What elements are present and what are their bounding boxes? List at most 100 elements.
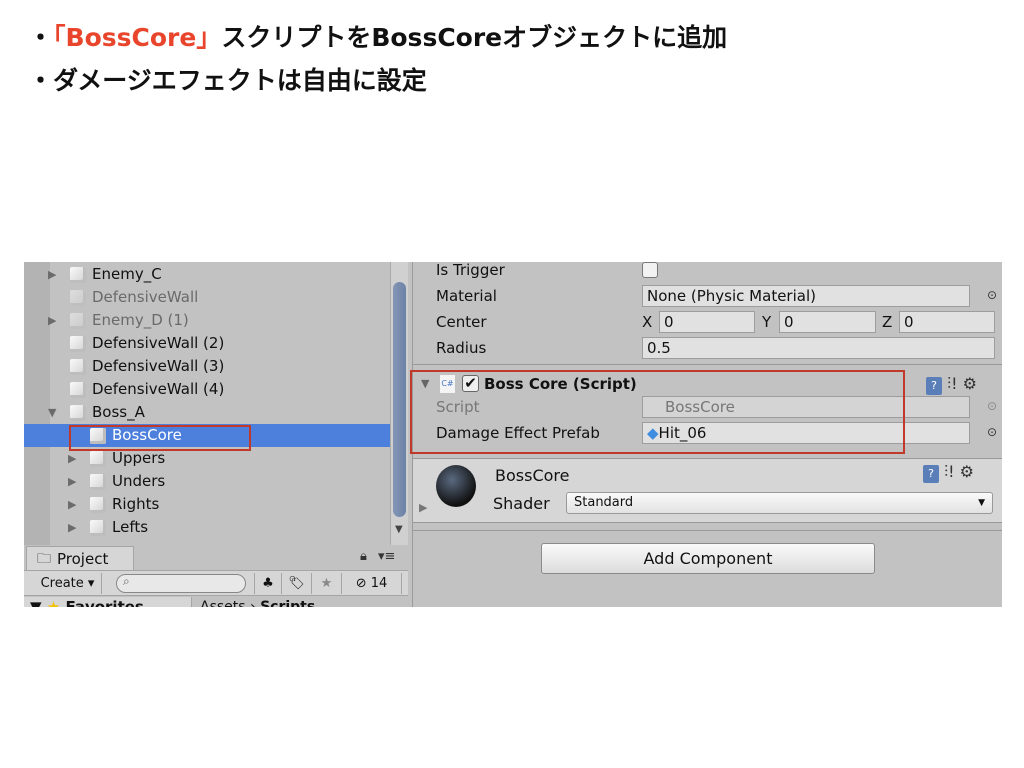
bullet-text: ダメージエフェクトは自由に設定 (53, 66, 427, 95)
gameobject-cube-icon (90, 497, 106, 513)
gameobject-cube-icon (70, 382, 86, 398)
shader-dropdown[interactable]: Standard ▼ (566, 492, 993, 514)
scroll-down-arrow-icon[interactable]: ▼ (395, 524, 403, 535)
divider (413, 364, 1002, 365)
breadcrumb-scripts[interactable]: Scripts (260, 599, 315, 607)
create-button[interactable]: Create ▾ (34, 573, 102, 594)
is-trigger-label: Is Trigger (436, 262, 505, 279)
divider (413, 530, 1002, 531)
hierarchy-item[interactable]: DefensiveWall (2) (24, 332, 390, 355)
collapsed-arrow-icon[interactable]: ▶ (48, 263, 56, 286)
center-z-field[interactable]: 0 (899, 311, 995, 333)
radius-label: Radius (436, 339, 487, 357)
annotation-box-inspector (410, 370, 905, 454)
preset-icon[interactable]: ⫶! (947, 374, 957, 393)
help-book-icon[interactable]: ? (926, 377, 942, 395)
gear-icon[interactable]: ⚙ (963, 374, 977, 393)
preset-icon[interactable]: ⫶! (944, 462, 954, 481)
hidden-count: 14 (370, 576, 388, 591)
gameobject-cube-icon (70, 267, 86, 283)
star-icon: ★ (46, 598, 61, 607)
expanded-arrow-icon[interactable]: ▼ (48, 401, 56, 424)
search-icon: ⌕ (123, 574, 130, 588)
project-tab[interactable]: 🗀 Project (26, 546, 134, 572)
lock-icon[interactable]: 🔒︎ (360, 549, 367, 564)
material-header-icons: ? ⫶! ⚙ (923, 462, 974, 483)
hierarchy-item-label: Boss_A (92, 403, 145, 421)
material-field[interactable]: None (Physic Material) (642, 285, 970, 307)
annotation-box-hierarchy (69, 425, 251, 451)
gameobject-cube-icon (90, 520, 106, 536)
is-trigger-checkbox[interactable] (642, 262, 658, 278)
favorites-header[interactable]: ▼ ★ Favorites (24, 597, 192, 607)
chevron-down-icon: ▼ (978, 498, 985, 508)
hierarchy-scrollbar[interactable]: ▼ (390, 262, 408, 545)
collapsed-arrow-icon[interactable]: ▶ (68, 470, 76, 493)
search-by-type-icon[interactable]: ♣ (254, 573, 282, 594)
add-component-button[interactable]: Add Component (541, 543, 875, 574)
hierarchy-item[interactable]: DefensiveWall (4) (24, 378, 390, 401)
project-breadcrumb: Assets › Scripts (200, 597, 315, 607)
center-y-label: Y (762, 313, 772, 331)
breadcrumb-assets[interactable]: Assets (200, 599, 246, 607)
radius-field[interactable]: 0.5 (642, 337, 995, 359)
center-x-field[interactable]: 0 (659, 311, 755, 333)
hierarchy-item-label: Lefts (112, 518, 149, 536)
help-book-icon[interactable]: ? (923, 465, 939, 483)
folder-icon: 🗀 (37, 551, 51, 567)
panel-menu-icon[interactable]: ▾≡ (378, 549, 395, 564)
bullet-marker: ・ (28, 23, 54, 52)
project-search-input[interactable]: ⌕ (116, 574, 246, 593)
hierarchy-item[interactable]: ▶ Enemy_D (1) (24, 309, 390, 332)
collapsed-arrow-icon[interactable]: ▶ (68, 516, 76, 539)
collapsed-arrow-icon[interactable]: ▶ (68, 493, 76, 516)
gameobject-cube-icon (70, 359, 86, 375)
unity-screenshot: ▶ Enemy_C DefensiveWall ▶ Enemy_D (1) Defensi… (24, 262, 1002, 607)
collapsed-arrow-icon[interactable]: ▶ (48, 309, 56, 332)
search-by-label-icon[interactable]: 🏷︎ (282, 573, 312, 594)
object-picker-icon: ⊙ (987, 399, 998, 413)
gear-icon[interactable]: ⚙ (960, 462, 974, 481)
bullet-2: ・ダメージエフェクトは自由に設定 (28, 61, 427, 97)
hierarchy-item[interactable]: ▶ Rights (24, 493, 390, 516)
material-section: ▶ BossCore Shader Standard ▼ ? ⫶! ⚙ (413, 458, 1002, 523)
object-picker-icon[interactable]: ⊙ (987, 288, 997, 302)
gameobject-cube-icon (70, 336, 86, 352)
bullet-marker: ・ (28, 66, 54, 95)
scrollbar-thumb[interactable] (393, 282, 406, 517)
hierarchy-item-label: Enemy_C (92, 265, 162, 283)
hierarchy-item-label: Enemy_D (1) (92, 311, 189, 329)
hidden-packages-toggle[interactable]: ⊘ 14 (342, 573, 402, 594)
hierarchy-item[interactable]: ▶ Enemy_C (24, 263, 390, 286)
favorites-star-icon[interactable]: ★ (312, 573, 342, 594)
hierarchy-item[interactable]: DefensiveWall (3) (24, 355, 390, 378)
gameobject-cube-icon (90, 474, 106, 490)
hierarchy-item-label: DefensiveWall (4) (92, 380, 225, 398)
material-label: Material (436, 287, 497, 305)
project-tab-label: Project (57, 550, 109, 568)
hierarchy-item[interactable]: ▼ Boss_A (24, 401, 390, 424)
hierarchy-item[interactable]: DefensiveWall (24, 286, 390, 309)
material-preview-sphere (436, 465, 476, 507)
bullet-text: スクリプトをBossCoreオブジェクトに追加 (221, 23, 728, 52)
center-z-label: Z (882, 313, 893, 331)
center-y-field[interactable]: 0 (779, 311, 876, 333)
favorites-label: Favorites (65, 598, 144, 607)
hierarchy-item[interactable]: ▶ Lefts (24, 516, 390, 539)
material-name: BossCore (495, 466, 570, 485)
hierarchy-item-label: Rights (112, 495, 160, 513)
hierarchy-item-label: DefensiveWall (92, 288, 199, 306)
gameobject-cube-icon (70, 405, 86, 421)
hierarchy-item[interactable]: ▶ Unders (24, 470, 390, 493)
gameobject-cube-icon (90, 451, 106, 467)
bullet-highlight: 「BossCore」 (53, 23, 222, 52)
inspector-panel: Is Trigger Material None (Physic Materia… (410, 262, 1002, 607)
object-picker-icon[interactable]: ⊙ (987, 425, 997, 439)
expand-arrow-icon[interactable]: ▶ (419, 501, 427, 514)
shader-value: Standard (574, 495, 634, 510)
eye-slash-icon: ⊘ (355, 576, 367, 591)
gameobject-cube-icon (70, 290, 86, 306)
project-toolbar: Create ▾ ⌕ ♣ 🏷︎ ★ ⊘ 14 (24, 570, 408, 596)
hierarchy-item-label: Unders (112, 472, 166, 490)
bullet-1: ・「BossCore」スクリプトをBossCoreオブジェクトに追加 (28, 18, 727, 54)
